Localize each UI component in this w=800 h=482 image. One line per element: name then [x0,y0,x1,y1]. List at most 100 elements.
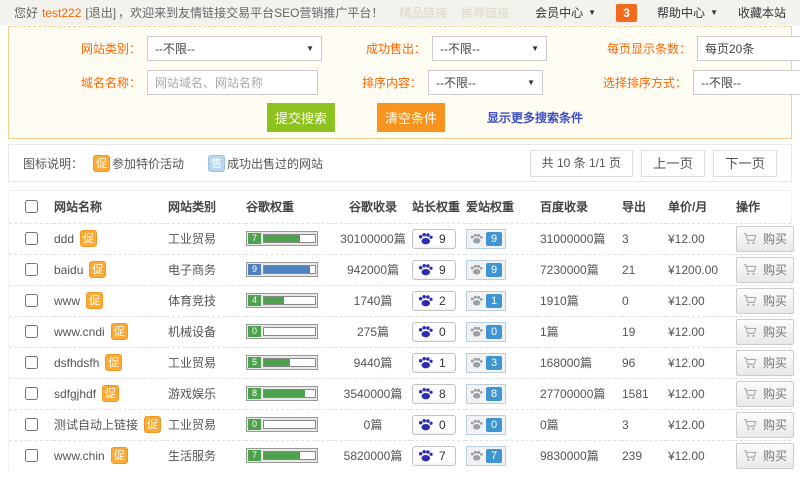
buy-button-label: 购买 [763,294,788,308]
cart-icon [743,295,757,307]
sold-legend-text: 成功出售过的网站 [227,156,324,171]
chevron-down-icon: ▼ [531,44,539,53]
table-header-row: 网站名称 网站类别 谷歌权重 谷歌收录 站长权重 爱站权重 百度收录 导出 单价… [9,191,791,223]
notification-badge[interactable]: 3 [616,3,638,22]
paw-icon [470,326,483,337]
chevron-down-icon: ▼ [306,44,314,53]
row-checkbox[interactable] [25,232,38,245]
site-name[interactable]: www.chin [54,449,105,463]
logout-link[interactable]: [退出] [85,4,116,21]
chinaz-weight-badge: 1 [412,352,456,373]
pagerank-fill [264,390,305,397]
baidu-index: 7230000篇 [539,253,621,285]
sort-content-select[interactable]: --不限-- ▼ [428,70,543,95]
pagerank-number: 8 [248,388,261,399]
pagerank-fill [264,359,290,366]
more-filters-link[interactable]: 显示更多搜索条件 [487,109,583,126]
export-count: 21 [621,253,667,285]
pagerank-number: 7 [248,233,261,244]
paw-icon [418,419,433,431]
row-checkbox[interactable] [25,294,38,307]
aizhan-weight-badge: 9 [466,228,506,249]
aizhan-weight-badge: 0 [466,321,506,342]
next-page-button[interactable]: 下一页 [713,149,777,177]
site-name[interactable]: sdfgjhdf [54,387,96,401]
promo-badge-icon: 促 [80,230,98,247]
clear-filters-button[interactable]: 清空条件 [377,103,445,132]
site-name[interactable]: www [54,294,80,308]
price-per-month: ¥12.00 [667,346,735,378]
cart-icon [743,264,757,276]
buy-button[interactable]: 购买 [736,318,794,345]
row-checkbox[interactable] [25,418,38,431]
col-export: 导出 [622,200,647,215]
row-checkbox[interactable] [25,449,38,463]
promo-badge-icon: 促 [110,323,128,340]
sort-mode-selected-value: --不限-- [701,76,741,90]
legend-bar: 图标说明： 促 参加特价活动 售 成功出售过的网站 共 10 条 1/1 页 上… [8,144,792,182]
price-per-month: ¥12.00 [667,315,735,347]
price-per-month: ¥12.00 [667,439,735,471]
baidu-index: 0篇 [539,408,621,440]
member-center-menu[interactable]: 会员中心 ▼ [535,4,596,21]
aizhan-weight-value: 0 [486,324,502,339]
promo-badge-icon: 促 [144,416,162,433]
col-baidu-index: 百度收录 [540,200,589,215]
google-index: 1740篇 [335,284,411,316]
row-checkbox[interactable] [25,387,38,400]
pagerank-bar: 7 [246,448,318,464]
row-checkbox[interactable] [25,325,38,338]
submit-search-button[interactable]: 提交搜索 [267,103,335,132]
prev-page-button[interactable]: 上一页 [641,149,706,177]
chinaz-weight-badge: 7 [412,445,456,466]
site-name[interactable]: www.cndi [54,325,105,339]
favorite-link[interactable]: 收藏本站 [738,4,786,21]
table-row: www.cndi 促 机械设备 0 275篇 0 0 1篇 19 ¥12.00 … [9,315,794,347]
legend-title: 图标说明： [23,156,84,171]
row-checkbox[interactable] [25,356,38,369]
sold-select[interactable]: --不限-- ▼ [432,36,547,61]
buy-button[interactable]: 购买 [736,442,794,469]
col-action: 操作 [736,200,761,215]
buy-button[interactable]: 购买 [736,380,794,407]
baidu-index: 1910篇 [539,284,621,316]
category-select[interactable]: --不限-- ▼ [147,36,322,61]
help-center-menu[interactable]: 帮助中心 ▼ [657,4,718,21]
pagerank-track [263,327,316,336]
pagerank-fill [264,235,300,242]
topbar: 您好 test222 [退出] ，欢迎来到友情链接交易平台SEO营销推广平台！ … [0,0,800,25]
pagerank-track [263,234,316,243]
table-row: 测试自动上链接 促 工业贸易 0 0篇 0 0 0篇 3 ¥12.00 购买 [9,408,794,440]
buy-button[interactable]: 购买 [736,225,794,252]
buy-button[interactable]: 购买 [736,287,794,314]
table-row: baidu 促 电子商务 9 942000篇 9 9 7230000篇 21 ¥… [9,253,794,285]
buy-button[interactable]: 购买 [736,349,794,376]
table-row: www 促 体育竞技 4 1740篇 2 1 1910篇 0 ¥12.00 购买 [9,284,794,316]
row-checkbox[interactable] [25,263,38,276]
help-center-label: 帮助中心 [657,6,706,20]
site-name[interactable]: 测试自动上链接 [54,416,138,433]
price-per-month: ¥12.00 [667,284,735,316]
site-name[interactable]: baidu [54,263,83,277]
domain-input[interactable] [147,70,318,95]
pagerank-track [263,296,316,305]
export-count: 1581 [621,377,667,409]
site-category: 生活服务 [167,439,245,471]
chinaz-weight-value: 2 [439,293,446,308]
sort-mode-select[interactable]: --不限-- ▼ [693,70,800,95]
pagerank-bar: 0 [246,417,318,432]
baidu-index: 9830000篇 [539,439,621,471]
paw-icon [418,357,433,369]
google-index: 9440篇 [335,346,411,378]
pagerank-number: 9 [248,264,261,275]
select-all-checkbox[interactable] [25,200,38,214]
buy-button[interactable]: 购买 [736,411,794,438]
buy-button[interactable]: 购买 [736,256,794,283]
site-name[interactable]: ddd [54,232,74,246]
ghost-nav-item: 精品链接 [399,6,448,20]
site-name[interactable]: dsfhdsfh [54,356,99,370]
per-page-select[interactable]: 每页20条 ▼ [697,36,800,61]
pagerank-fill [264,297,285,304]
promo-legend-text: 参加特价活动 [112,156,185,171]
cart-icon [743,450,757,462]
